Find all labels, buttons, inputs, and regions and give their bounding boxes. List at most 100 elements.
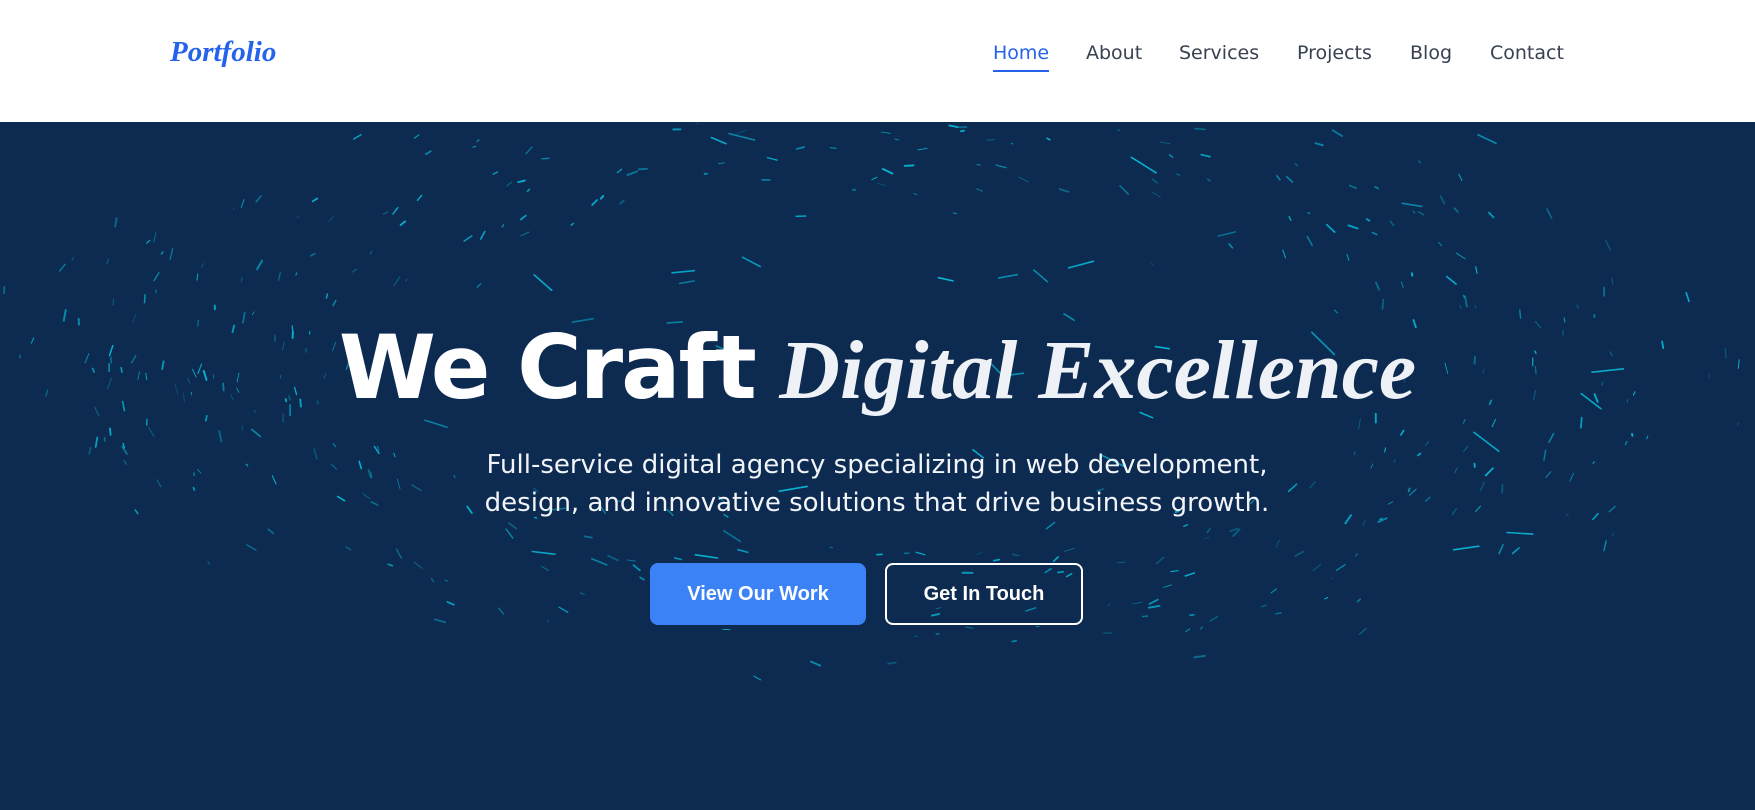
nav-link-blog[interactable]: Blog xyxy=(1410,42,1452,70)
particle-streak xyxy=(1206,527,1211,534)
particle-streak xyxy=(332,443,337,448)
particle-streak xyxy=(387,563,394,567)
particle-streak xyxy=(1624,440,1628,446)
particle-streak xyxy=(1418,160,1421,164)
particle-streak xyxy=(393,452,396,458)
particle-streak xyxy=(1325,223,1336,233)
particle-streak xyxy=(160,251,164,255)
particle-streak xyxy=(735,129,747,135)
particle-streak xyxy=(1365,218,1371,222)
particle-streak xyxy=(1451,508,1457,516)
particle-streak xyxy=(71,257,75,261)
particle-streak xyxy=(1358,628,1367,636)
particle-streak xyxy=(619,199,625,205)
particle-streak xyxy=(246,544,257,551)
particle-streak xyxy=(463,235,473,242)
particle-streak xyxy=(1425,440,1430,446)
particle-streak xyxy=(1107,603,1111,607)
particle-streak xyxy=(525,146,533,155)
particle-streak xyxy=(1362,520,1366,527)
particle-streak xyxy=(766,157,778,161)
particle-streak xyxy=(476,139,480,143)
particle-streak xyxy=(367,469,372,479)
particle-streak xyxy=(678,280,696,285)
particle-streak xyxy=(1358,419,1361,430)
particle-streak xyxy=(1458,173,1463,182)
particle-streak xyxy=(196,273,199,281)
particle-streak xyxy=(1175,173,1181,176)
particle-streak xyxy=(295,272,298,276)
particle-streak xyxy=(753,675,762,681)
particle-streak xyxy=(255,195,262,203)
particle-streak xyxy=(579,592,585,596)
particle-streak xyxy=(1611,532,1615,537)
particle-streak xyxy=(1459,304,1462,309)
particle-streak xyxy=(147,426,155,438)
particle-streak xyxy=(558,606,569,613)
particle-streak xyxy=(424,419,449,429)
particle-streak xyxy=(1288,215,1292,222)
particle-streak xyxy=(392,206,399,215)
nav-link-home[interactable]: Home xyxy=(993,42,1050,72)
particle-streak xyxy=(267,528,275,535)
particle-streak xyxy=(1330,577,1333,580)
particle-streak xyxy=(134,509,139,515)
particle-streak xyxy=(505,528,514,539)
particle-streak xyxy=(1058,188,1070,193)
particle-streak xyxy=(1261,604,1267,608)
particle-streak xyxy=(1347,224,1359,230)
particle-streak xyxy=(1356,598,1362,603)
particle-streak xyxy=(352,133,362,140)
particle-streak xyxy=(508,522,518,530)
particle-streak xyxy=(1685,292,1690,303)
particle-streak xyxy=(1475,266,1478,274)
particle-streak xyxy=(1200,153,1211,158)
particle-streak xyxy=(1417,211,1425,216)
view-our-work-button[interactable]: View Our Work xyxy=(650,563,866,625)
particle-streak xyxy=(639,576,645,581)
particle-streak xyxy=(599,195,605,200)
particle-streak xyxy=(156,479,162,488)
particle-streak xyxy=(1334,309,1338,314)
hero-section: We Craft Digital Excellence Full-service… xyxy=(0,122,1755,810)
particle-streak xyxy=(1546,208,1553,220)
particle-streak xyxy=(1018,176,1029,183)
hero-subtitle-line-2: design, and innovative solutions that dr… xyxy=(484,488,1270,518)
nav-link-projects[interactable]: Projects xyxy=(1297,42,1372,70)
particle-streak xyxy=(1608,505,1616,513)
particle-streak xyxy=(351,268,357,273)
particle-streak xyxy=(1314,142,1324,147)
particle-streak xyxy=(591,199,599,206)
particle-streak xyxy=(399,220,407,227)
hero-subtitle-line-1: Full-service digital agency specializing… xyxy=(486,450,1268,480)
particle-streak xyxy=(1130,156,1157,174)
particle-streak xyxy=(616,168,623,174)
particle-streak xyxy=(1276,175,1281,181)
particle-streak xyxy=(913,193,918,196)
particle-streak xyxy=(200,263,204,268)
particle-streak xyxy=(917,147,928,151)
particle-streak xyxy=(1353,451,1356,456)
particle-streak xyxy=(1336,564,1346,571)
particle-streak xyxy=(1407,487,1411,493)
particle-streak xyxy=(1046,137,1051,141)
particle-streak xyxy=(112,298,115,306)
particle-streak xyxy=(501,224,505,228)
particle-streak xyxy=(498,607,504,615)
particle-streak xyxy=(1209,616,1219,622)
particle-streak xyxy=(325,293,329,299)
particle-streak xyxy=(1346,253,1350,262)
particle-streak xyxy=(997,273,1019,279)
particle-streak xyxy=(395,548,403,559)
nav-link-services[interactable]: Services xyxy=(1179,42,1259,70)
get-in-touch-button[interactable]: Get In Touch xyxy=(885,563,1083,625)
particle-streak xyxy=(1592,512,1599,521)
nav-link-contact[interactable]: Contact xyxy=(1490,42,1564,70)
nav-link-about[interactable]: About xyxy=(1086,42,1142,70)
particle-streak xyxy=(1063,547,1075,552)
particle-streak xyxy=(887,661,897,665)
particle-streak xyxy=(106,258,110,265)
particle-streak xyxy=(218,430,223,443)
particle-streak xyxy=(153,271,160,282)
particle-streak xyxy=(1374,186,1380,190)
